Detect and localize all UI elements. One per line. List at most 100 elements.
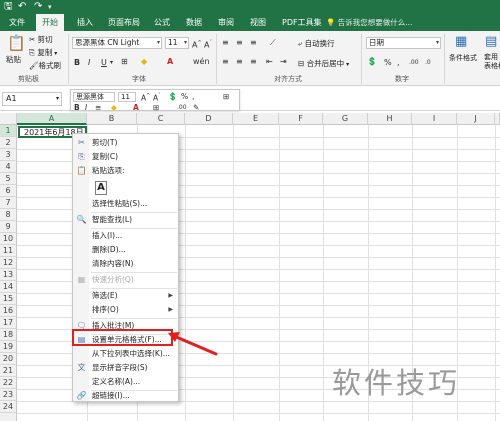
- menu-item-phonetic[interactable]: 文显示拼音字段(S): [73, 362, 178, 374]
- tell-me-search[interactable]: 💡 告诉我您想要做什么...: [326, 14, 412, 31]
- mini-font-name-combo[interactable]: 思源黑体: [73, 92, 115, 102]
- menu-item-hyperlink[interactable]: 🔗 超链接(I)...: [73, 390, 178, 402]
- menu-item-smart-lookup[interactable]: 🔍 智能查找(L): [73, 214, 178, 226]
- conditional-format-icon[interactable]: ▦: [455, 35, 467, 49]
- shrink-font-button[interactable]: Aˇ: [204, 38, 212, 51]
- menu-item-cut[interactable]: ✂ 剪切(T): [73, 137, 178, 149]
- mini-italic-button[interactable]: I: [85, 103, 87, 112]
- row-header[interactable]: 5: [0, 173, 16, 185]
- align-left-icon[interactable]: ≡: [222, 57, 229, 67]
- row-header[interactable]: 13: [0, 269, 16, 281]
- table-format-button[interactable]: 套用 表格格式: [484, 53, 500, 71]
- row-header[interactable]: 22: [0, 377, 16, 389]
- row-header[interactable]: 23: [0, 389, 16, 401]
- percent-button[interactable]: %: [384, 58, 392, 68]
- mini-align-icon[interactable]: ≡: [95, 103, 101, 112]
- increase-indent-icon[interactable]: ⇥: [280, 57, 287, 67]
- tab-data[interactable]: 数据: [186, 14, 202, 31]
- menu-item-paste-special[interactable]: 选择性粘贴(S)...: [73, 198, 178, 210]
- row-header[interactable]: 8: [0, 209, 16, 221]
- tab-view[interactable]: 视图: [250, 14, 266, 31]
- column-header[interactable]: [495, 113, 500, 125]
- mini-currency-icon[interactable]: 💲: [168, 92, 177, 101]
- grow-font-button[interactable]: A^: [192, 38, 202, 51]
- tab-review[interactable]: 审阅: [218, 14, 234, 31]
- customize-toolbar-icon[interactable]: ▾: [48, 1, 52, 13]
- underline-button[interactable]: U: [101, 58, 107, 68]
- paste-icon[interactable]: 📋: [7, 35, 26, 51]
- mini-grow-font-button[interactable]: A^: [141, 92, 150, 103]
- copy-button[interactable]: ⎘ 复制 ▾: [29, 47, 57, 58]
- name-box[interactable]: A1 ▾: [2, 92, 62, 106]
- border-icon[interactable]: ⊞: [121, 57, 128, 67]
- row-header[interactable]: 4: [0, 161, 16, 173]
- row-header[interactable]: 1: [0, 125, 16, 137]
- mini-font-size-combo[interactable]: 11: [118, 92, 136, 102]
- orientation-icon[interactable]: ⟋: [270, 38, 276, 48]
- mini-shrink-font-button[interactable]: Aˇ: [153, 92, 161, 103]
- column-header[interactable]: C: [137, 113, 185, 125]
- row-header[interactable]: 16: [0, 305, 16, 317]
- phonetic-icon[interactable]: wén: [193, 57, 210, 67]
- tab-file[interactable]: 文件: [9, 14, 25, 31]
- mini-fill-color-icon[interactable]: ◆: [111, 103, 117, 112]
- tab-home[interactable]: 开始: [36, 14, 64, 31]
- align-bottom-icon[interactable]: ≡: [250, 38, 257, 48]
- paste-button[interactable]: 粘贴: [6, 54, 21, 65]
- column-header[interactable]: F: [279, 113, 323, 125]
- row-header[interactable]: 9: [0, 221, 16, 233]
- decrease-indent-icon[interactable]: ⇤: [266, 57, 273, 67]
- font-name-combo[interactable]: 思源黑体 CN Light ▾: [72, 37, 162, 49]
- row-header[interactable]: 14: [0, 281, 16, 293]
- menu-item-clear-contents[interactable]: 清除内容(N): [73, 258, 178, 270]
- fill-color-icon[interactable]: ◆: [141, 57, 147, 67]
- decrease-decimal-icon[interactable]: .0: [425, 58, 431, 68]
- currency-icon[interactable]: 💲: [367, 57, 377, 67]
- increase-decimal-icon[interactable]: .00: [409, 58, 419, 68]
- column-header[interactable]: B: [87, 113, 137, 125]
- tab-pdf-tools[interactable]: PDF工具集: [282, 14, 322, 31]
- menu-item-sort[interactable]: 排序(O) ▶: [73, 304, 178, 316]
- menu-item-insert[interactable]: 插入(I)...: [73, 230, 178, 242]
- align-right-icon[interactable]: ≡: [250, 57, 257, 67]
- column-header[interactable]: H: [368, 113, 412, 125]
- menu-item-pick-from-list[interactable]: 从下拉列表中选择(K)...: [73, 348, 178, 360]
- mini-percent-button[interactable]: %: [181, 92, 188, 101]
- row-header[interactable]: 12: [0, 257, 16, 269]
- tab-formulas[interactable]: 公式: [154, 14, 170, 31]
- row-header[interactable]: 19: [0, 341, 16, 353]
- menu-item-define-name[interactable]: 定义名称(A)...: [73, 376, 178, 388]
- mini-border-icon[interactable]: ⊞: [153, 103, 159, 112]
- font-size-combo[interactable]: 11 ▾: [165, 37, 189, 49]
- wrap-text-button[interactable]: ⤶ 自动换行: [298, 38, 335, 49]
- comma-button[interactable]: ,: [397, 58, 400, 68]
- select-all-corner[interactable]: [0, 113, 17, 125]
- row-header[interactable]: 10: [0, 233, 16, 245]
- row-header[interactable]: 15: [0, 293, 16, 305]
- column-header[interactable]: G: [323, 113, 368, 125]
- number-format-combo[interactable]: 日期 ▾: [366, 37, 441, 49]
- row-header[interactable]: 3: [0, 149, 16, 161]
- tab-page-layout[interactable]: 页面布局: [108, 14, 140, 31]
- column-header[interactable]: E: [233, 113, 279, 125]
- row-header[interactable]: 21: [0, 365, 16, 377]
- row-header[interactable]: 18: [0, 329, 16, 341]
- mini-comma-button[interactable]: ,: [192, 92, 194, 101]
- column-header[interactable]: A: [17, 113, 87, 125]
- row-header[interactable]: 11: [0, 245, 16, 257]
- row-header[interactable]: 20: [0, 353, 16, 365]
- row-header[interactable]: 2: [0, 137, 16, 149]
- align-middle-icon[interactable]: ≡: [236, 38, 243, 48]
- row-header[interactable]: 6: [0, 185, 16, 197]
- paste-option-icon[interactable]: A: [95, 181, 107, 195]
- redo-icon[interactable]: ↷: [34, 1, 42, 13]
- tab-insert[interactable]: 插入: [77, 14, 93, 31]
- table-format-icon[interactable]: ▤: [485, 35, 497, 49]
- font-color-icon[interactable]: A: [167, 57, 173, 67]
- row-header[interactable]: 17: [0, 317, 16, 329]
- merge-center-button[interactable]: ⊟ 合并后居中 ▾: [298, 58, 349, 69]
- row-header[interactable]: 24: [0, 401, 16, 413]
- bold-button[interactable]: B: [74, 58, 80, 68]
- mini-bold-button[interactable]: B: [74, 103, 80, 112]
- conditional-format-button[interactable]: 条件格式: [449, 53, 477, 63]
